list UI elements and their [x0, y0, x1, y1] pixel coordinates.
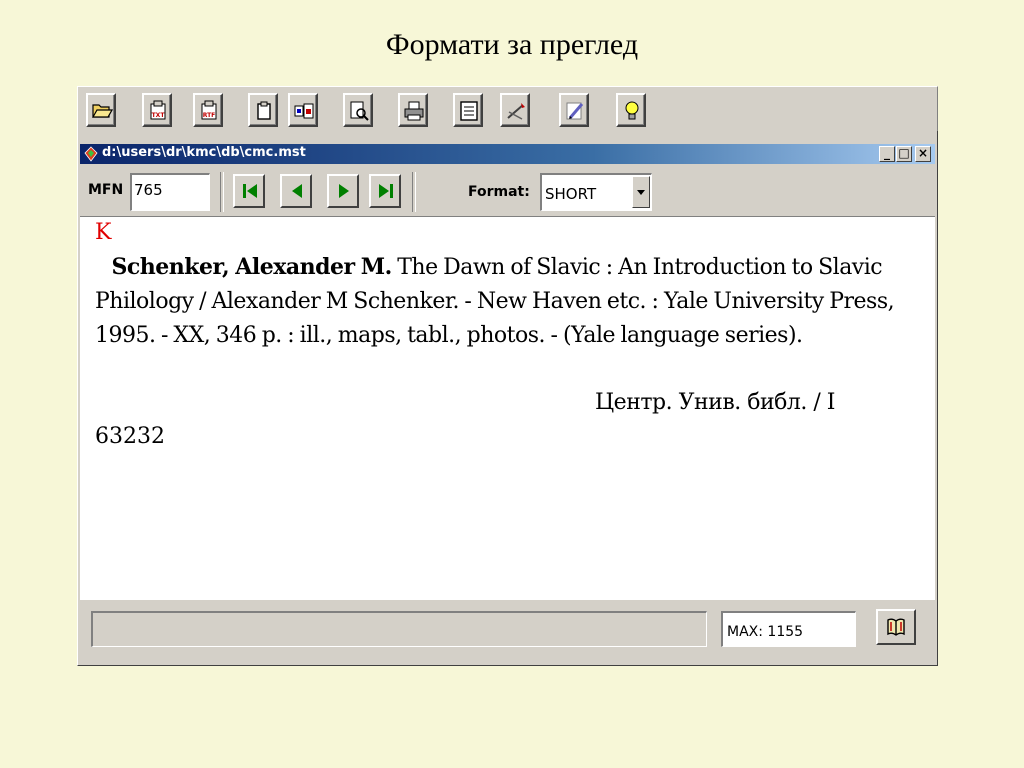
record-author: Schenker, Alexander M. — [111, 254, 392, 280]
svg-text:TXT: TXT — [152, 112, 166, 119]
tools-button[interactable] — [500, 93, 530, 127]
open-folder-icon — [91, 104, 113, 118]
export-txt-button[interactable]: TXT — [142, 93, 172, 127]
edit-button[interactable] — [559, 93, 589, 127]
book-icon — [887, 618, 905, 636]
close-button[interactable]: × — [915, 146, 931, 162]
print-preview-button[interactable] — [343, 93, 373, 127]
hint-button[interactable] — [616, 93, 646, 127]
chevron-down-icon — [637, 190, 645, 195]
index-letter: K — [95, 220, 112, 245]
record-inventory: 63232 — [95, 424, 165, 449]
first-record-button[interactable] — [233, 174, 265, 208]
max-records: MAX: 1155 — [721, 611, 856, 647]
previous-record-icon — [292, 184, 302, 198]
print-preview-icon — [350, 101, 369, 121]
separator — [220, 172, 224, 212]
record-window: d:\users\dr\kmc\db\cmc.mst _ □ × MFN 765 — [77, 131, 938, 666]
minimize-button[interactable]: _ — [879, 146, 895, 162]
record-text: Schenker, Alexander M. The Dawn of Slavi… — [95, 250, 930, 353]
printer-icon — [404, 101, 424, 121]
form-icon — [460, 101, 478, 121]
lightbulb-icon — [625, 101, 639, 120]
record-navigation: MFN 765 Format: SHORT — [78, 166, 937, 214]
export-rtf-icon: RTF — [201, 100, 217, 120]
window-title: d:\users\dr\kmc\db\cmc.mst — [102, 145, 306, 160]
export-txt-icon: TXT — [150, 100, 166, 120]
separator — [412, 172, 416, 212]
mfn-label: MFN — [88, 182, 124, 198]
copy-record-icon — [294, 103, 314, 119]
window-titlebar[interactable]: d:\users\dr\kmc\db\cmc.mst _ □ × — [80, 144, 935, 164]
last-record-button[interactable] — [369, 174, 401, 208]
next-record-button[interactable] — [327, 174, 359, 208]
last-record-icon — [379, 184, 393, 198]
slide-title: Формати за преглед — [385, 28, 639, 61]
clipboard-button[interactable] — [248, 93, 278, 127]
copy-record-button[interactable] — [288, 93, 318, 127]
format-dropdown-button[interactable] — [632, 176, 650, 208]
print-button[interactable] — [398, 93, 428, 127]
record-display: K Schenker, Alexander M. The Dawn of Sla… — [80, 216, 935, 600]
record-location: Центр. Унив. библ. / I — [595, 390, 835, 415]
maximize-button[interactable]: □ — [896, 146, 912, 162]
clipboard-icon — [257, 101, 271, 120]
book-button[interactable] — [876, 609, 916, 645]
first-record-icon — [243, 184, 257, 198]
app-icon — [84, 146, 98, 162]
status-message — [91, 611, 707, 647]
tools-icon — [507, 103, 525, 120]
toolbar: TXT RTF — [77, 86, 938, 131]
form-button[interactable] — [453, 93, 483, 127]
previous-record-button[interactable] — [280, 174, 312, 208]
format-select-value: SHORT — [545, 185, 597, 203]
status-bar: MAX: 1155 — [78, 601, 937, 665]
format-label: Format: — [468, 184, 530, 200]
format-select[interactable]: SHORT — [540, 173, 652, 211]
mfn-input[interactable]: 765 — [130, 173, 210, 211]
svg-text:RTF: RTF — [203, 112, 216, 119]
edit-pencil-icon — [566, 102, 584, 120]
open-button[interactable] — [86, 93, 116, 127]
export-rtf-button[interactable]: RTF — [193, 93, 223, 127]
next-record-icon — [339, 184, 349, 198]
